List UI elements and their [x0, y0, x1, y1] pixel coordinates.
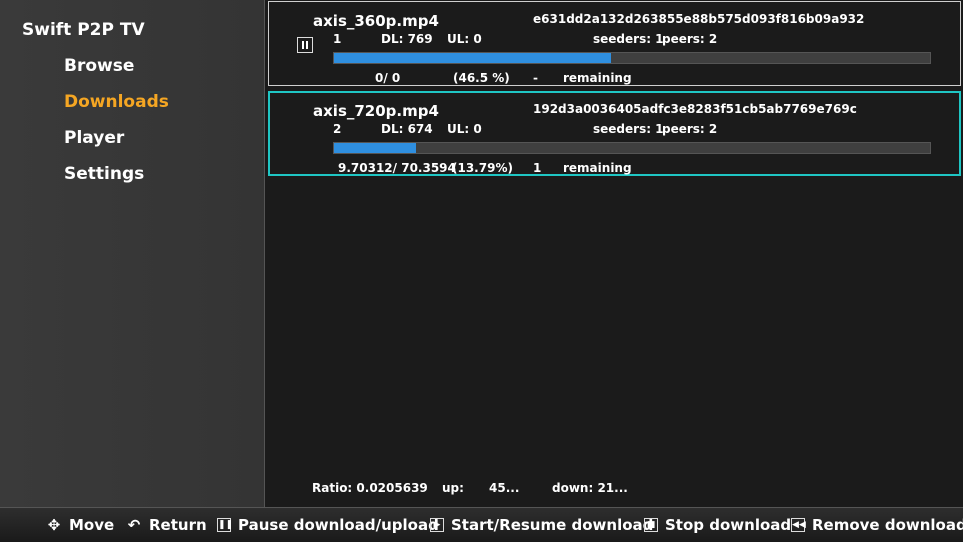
- download-peers: peers: 2: [662, 32, 718, 46]
- footer-hints: ✥ Move ↶ Return ❚❚ Pause download/upload…: [0, 507, 963, 542]
- download-index: 2: [333, 122, 342, 136]
- download-ul-rate: UL: 0: [447, 32, 482, 46]
- return-icon: ↶: [127, 516, 141, 534]
- download-dl-rate: DL: 769: [381, 32, 433, 46]
- move-arrows-icon: ✥: [47, 516, 61, 534]
- download-filename: axis_720p.mp4: [313, 102, 439, 120]
- download-size: 0/ 0: [375, 71, 401, 85]
- download-peers: peers: 2: [662, 122, 718, 136]
- download-seeders: seeders: 1: [593, 122, 664, 136]
- rewind-icon: ◀◀: [791, 518, 806, 532]
- hint-return: ↶ Return: [127, 516, 207, 534]
- progress-fill: [334, 53, 612, 63]
- hint-remove: ◀◀ Remove download: [791, 516, 963, 534]
- app-title: Swift P2P TV: [22, 20, 145, 40]
- sidebar: Swift P2P TV Browse Downloads Player Set…: [0, 0, 265, 507]
- play-icon: ▶: [430, 518, 444, 532]
- nav-item-settings[interactable]: Settings: [64, 163, 169, 199]
- download-ul-rate: UL: 0: [447, 122, 482, 136]
- download-size: 9.70312/ 70.3594: [338, 161, 456, 175]
- download-dl-rate: DL: 674: [381, 122, 433, 136]
- download-percent: (13.79%): [452, 161, 513, 175]
- download-hash: 192d3a0036405adfc3e8283f51cb5ab7769e769c: [533, 102, 857, 116]
- stop-icon: ■: [644, 518, 658, 532]
- download-remaining: remaining: [563, 71, 632, 85]
- download-seeders: seeders: 1: [593, 32, 664, 46]
- download-eta: -: [533, 71, 538, 85]
- download-item[interactable]: axis_360p.mp4 e631dd2a132d263855e88b575d…: [268, 1, 961, 86]
- stats-ratio: Ratio: 0.0205639: [312, 481, 428, 495]
- hint-pause: ❚❚ Pause download/upload: [217, 516, 439, 534]
- progress-bar: [333, 52, 931, 64]
- hint-start: ▶ Start/Resume download: [430, 516, 653, 534]
- download-index: 1: [333, 32, 342, 46]
- download-percent: (46.5 %): [453, 71, 510, 85]
- download-hash: e631dd2a132d263855e88b575d093f816b09a932: [533, 12, 865, 26]
- download-item-selected[interactable]: axis_720p.mp4 192d3a0036405adfc3e8283f51…: [268, 91, 961, 176]
- progress-bar: [333, 142, 931, 154]
- download-remaining: remaining: [563, 161, 632, 175]
- stats-up: up: 45...: [442, 481, 520, 495]
- nav-item-browse[interactable]: Browse: [64, 55, 169, 91]
- download-filename: axis_360p.mp4: [313, 12, 439, 30]
- nav-item-downloads[interactable]: Downloads: [64, 91, 169, 127]
- hint-stop: ■ Stop download: [644, 516, 791, 534]
- hint-move: ✥ Move: [47, 516, 115, 534]
- download-eta: 1: [533, 161, 542, 175]
- nav-menu: Browse Downloads Player Settings: [64, 55, 169, 199]
- progress-fill: [334, 143, 417, 153]
- downloads-panel: axis_360p.mp4 e631dd2a132d263855e88b575d…: [266, 0, 963, 507]
- nav-item-player[interactable]: Player: [64, 127, 169, 163]
- stats-down: down: 21...: [552, 481, 628, 495]
- pause-icon[interactable]: [297, 37, 313, 53]
- pause-icon: ❚❚: [217, 518, 234, 532]
